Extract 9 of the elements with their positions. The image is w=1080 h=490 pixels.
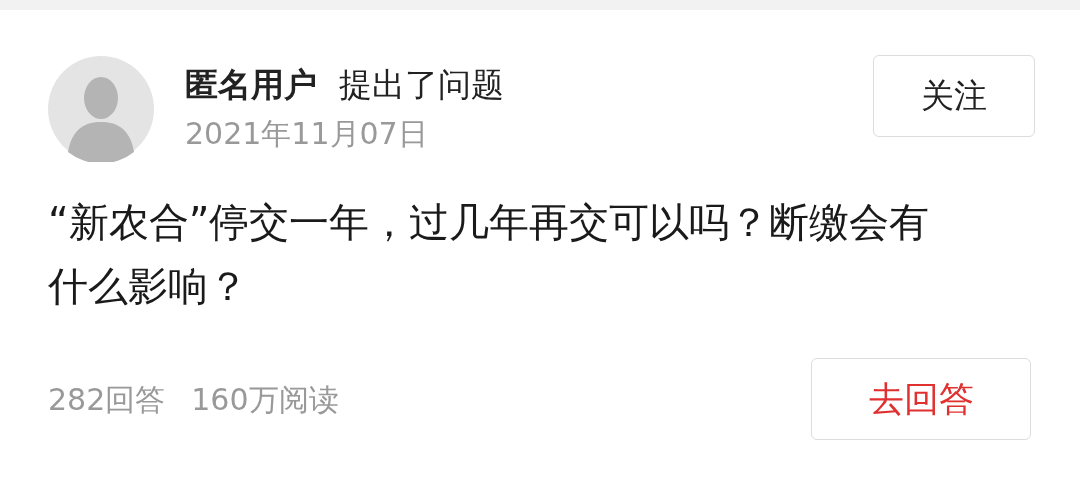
author-action: 提出了问题 (339, 68, 504, 101)
question-text[interactable]: “新农合”停交一年，过几年再交可以吗？断缴会有什么影响？ (48, 190, 948, 318)
post-date: 2021年11月07日 (185, 119, 429, 149)
stat-text: 160万阅读 (191, 380, 339, 419)
stat-text: 282回答 (48, 380, 166, 419)
author-name[interactable]: 匿名用户 (185, 68, 317, 101)
follow-button[interactable]: 关注 (873, 55, 1035, 137)
answer-button[interactable]: 去回答 (811, 358, 1031, 440)
avatar-icon (48, 56, 154, 162)
